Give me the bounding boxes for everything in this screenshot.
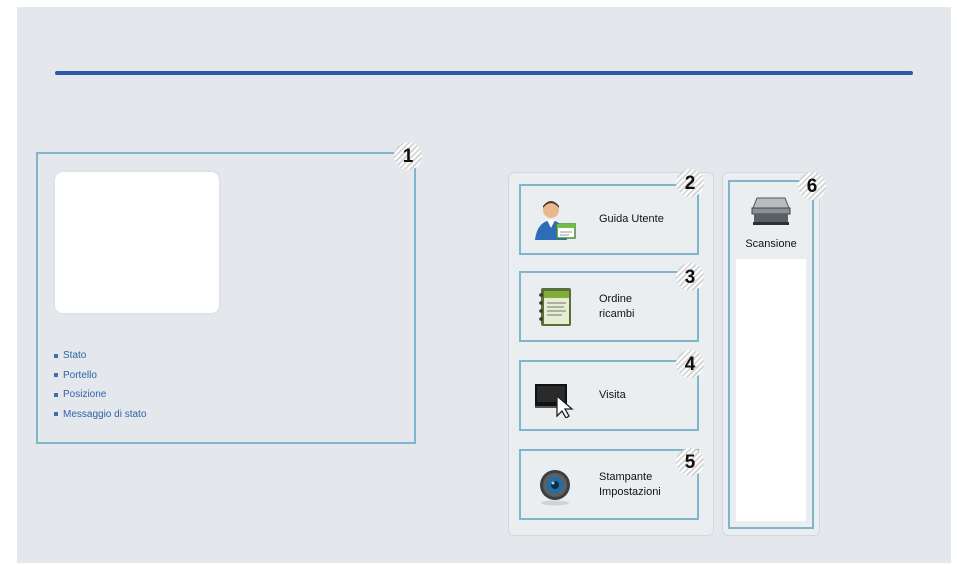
bullet-icon	[54, 392, 58, 397]
printer-settings-icon	[540, 470, 570, 506]
callout-1: 1	[394, 142, 422, 170]
user-guide-button[interactable]: Guida Utente	[519, 184, 699, 255]
status-link-portello[interactable]: Portello	[54, 366, 146, 386]
callout-4: 4	[676, 350, 704, 378]
bullet-icon	[54, 373, 58, 378]
callout-6: 6	[798, 172, 826, 200]
scanner-icon	[751, 197, 791, 225]
bullet-icon	[54, 412, 58, 417]
user-guide-icon	[535, 201, 576, 240]
callout-2: 2	[676, 169, 704, 197]
visit-cursor-icon	[535, 384, 574, 418]
order-supplies-label: Ordine ricambi	[599, 292, 635, 320]
status-panel: Stato Portello Posizione Messaggio di st…	[36, 152, 416, 444]
bullet-icon	[54, 353, 58, 358]
printer-settings-label: Stampante Impostazioni	[599, 470, 661, 498]
user-guide-label: Guida Utente	[599, 213, 664, 226]
visit-label: Visita	[599, 389, 626, 402]
status-link-posizione[interactable]: Posizione	[54, 385, 146, 405]
status-link-label: Portello	[63, 369, 97, 381]
status-link-label: Messaggio di stato	[63, 408, 147, 420]
header-divider	[55, 71, 913, 75]
visit-button[interactable]: Visita	[519, 360, 699, 431]
callout-5: 5	[676, 448, 704, 476]
status-links: Stato Portello Posizione Messaggio di st…	[54, 346, 146, 424]
scan-panel: Scansione	[722, 172, 820, 536]
status-link-stato[interactable]: Stato	[54, 346, 146, 366]
order-supplies-icon	[539, 288, 571, 326]
status-link-messaggio[interactable]: Messaggio di stato	[54, 405, 146, 425]
scan-label: Scansione	[745, 238, 797, 250]
order-supplies-button[interactable]: Ordine ricambi	[519, 271, 699, 342]
printer-image	[55, 172, 219, 313]
printer-settings-button[interactable]: Stampante Impostazioni	[519, 449, 699, 520]
scan-list	[736, 259, 806, 521]
status-link-label: Posizione	[63, 389, 107, 401]
status-link-label: Stato	[63, 350, 87, 362]
scan-button[interactable]: Scansione	[728, 180, 814, 529]
callout-3: 3	[676, 263, 704, 291]
